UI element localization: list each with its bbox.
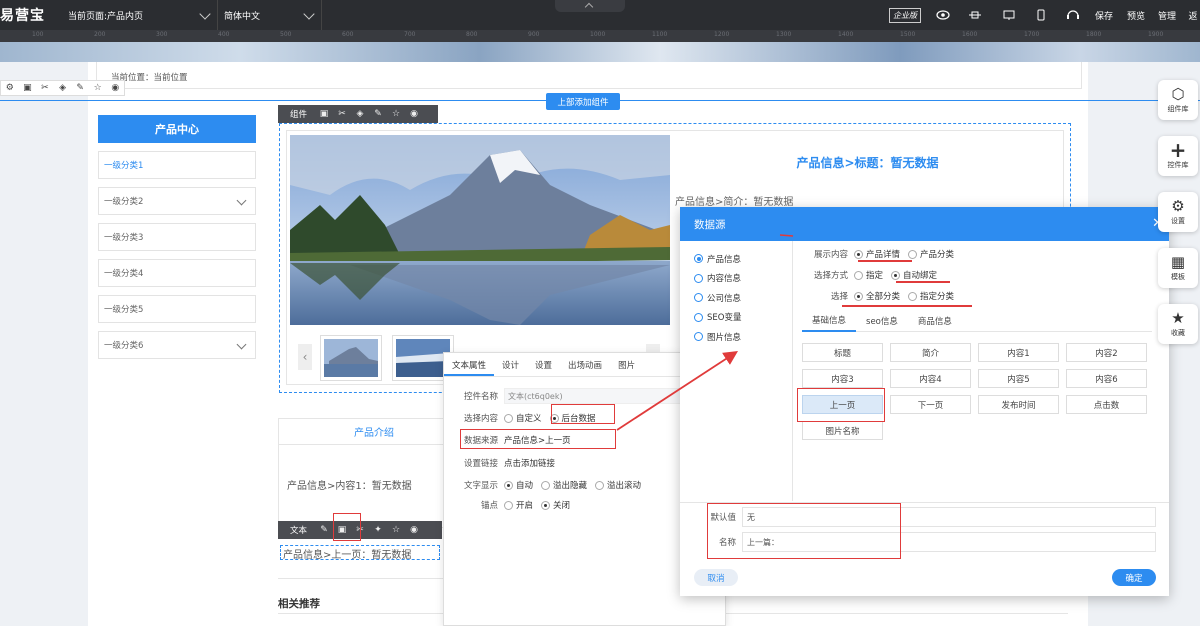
control-library-button[interactable]: + 控件库 <box>1158 136 1198 176</box>
annotation-arrows <box>616 234 794 431</box>
star-icon: ★ <box>1171 309 1185 327</box>
favorites-button[interactable]: ★ 收藏 <box>1158 304 1198 344</box>
plus-icon: + <box>1169 138 1187 162</box>
cube-icon: ⬡ <box>1171 85 1185 103</box>
component-library-button[interactable]: ⬡ 组件库 <box>1158 80 1198 120</box>
gear-icon: ⚙ <box>1171 197 1185 215</box>
template-button[interactable]: ▦ 模板 <box>1158 248 1198 288</box>
grid-icon: ▦ <box>1170 253 1186 271</box>
settings-button[interactable]: ⚙ 设置 <box>1158 192 1198 232</box>
